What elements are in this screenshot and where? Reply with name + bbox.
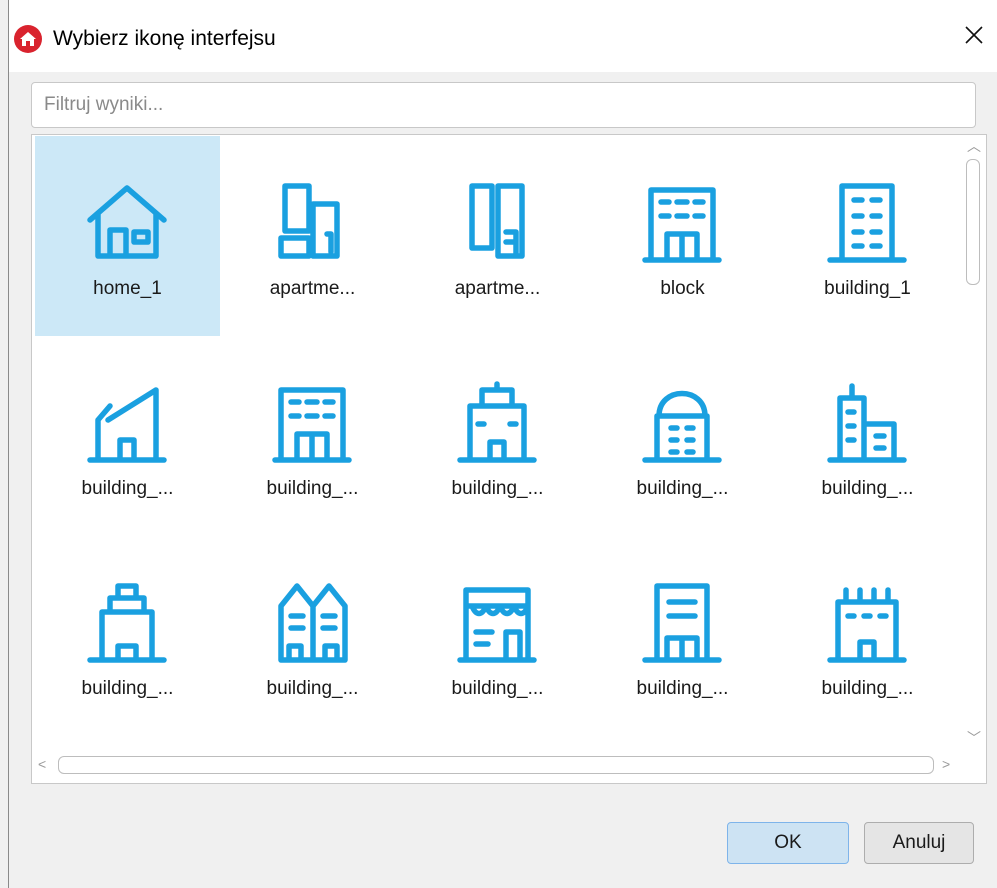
icon-tile[interactable]: building_1 xyxy=(775,136,960,336)
icon-tile-label: building_... xyxy=(821,678,914,699)
house-icon xyxy=(87,185,167,259)
icon-tile-label: building_... xyxy=(266,478,359,499)
icon-tile-label: apartme... xyxy=(269,278,356,299)
building-towers-icon xyxy=(827,383,907,463)
cancel-button[interactable]: Anuluj xyxy=(864,822,974,864)
icon-tile[interactable]: building_... xyxy=(775,536,960,736)
scroll-left-icon[interactable]: < xyxy=(38,757,46,771)
icon-tile[interactable]: apartme... xyxy=(405,136,590,336)
icon-tile[interactable]: block xyxy=(590,136,775,336)
icon-tile-label: building_... xyxy=(81,478,174,499)
building-twin-icon xyxy=(278,583,348,663)
icon-tile[interactable]: building_... xyxy=(220,536,405,736)
home-circle-icon xyxy=(14,25,42,53)
scroll-down-icon[interactable]: ﹀ xyxy=(967,731,981,745)
icon-tile[interactable]: building_... xyxy=(775,336,960,536)
block-icon xyxy=(642,187,722,263)
ok-button[interactable]: OK xyxy=(727,822,849,864)
apartment-1-icon xyxy=(278,183,340,259)
building-factory-icon xyxy=(827,587,907,663)
building-tiered-icon xyxy=(87,583,167,663)
icon-tile[interactable]: building_... xyxy=(590,336,775,536)
icon-tile[interactable]: apartme... xyxy=(220,136,405,336)
building-block-icon xyxy=(272,387,352,463)
building-1-icon xyxy=(827,183,907,263)
icon-tile-label: apartme... xyxy=(454,278,541,299)
close-button[interactable] xyxy=(951,12,997,58)
icon-tile-label: building_... xyxy=(81,678,174,699)
icon-tile[interactable]: building_... xyxy=(220,336,405,536)
icon-list: home_1 apartme... apartme... block building_… xyxy=(31,134,987,784)
icon-tile-label: building_... xyxy=(636,478,729,499)
horizontal-scroll-thumb[interactable] xyxy=(58,756,934,774)
vertical-scrollbar[interactable]: ︿ ﹀ xyxy=(960,135,986,747)
scroll-right-icon[interactable]: > xyxy=(942,757,950,771)
scroll-corner xyxy=(960,747,986,783)
close-icon xyxy=(965,26,983,44)
icon-tile-label: block xyxy=(660,278,705,299)
icon-grid: home_1 apartme... apartme... block building_… xyxy=(35,136,960,746)
icon-tile[interactable]: building_... xyxy=(590,536,775,736)
icon-tile-label: building_... xyxy=(451,478,544,499)
window-title: Wybierz ikonę interfejsu xyxy=(53,27,276,50)
building-shop-icon xyxy=(457,587,537,663)
icon-tile-label: home_1 xyxy=(93,278,162,299)
building-office-icon xyxy=(642,583,722,663)
title-bar[interactable]: Wybierz ikonę interfejsu xyxy=(9,0,997,72)
dialog-window: Wybierz ikonę interfejsu home_1 apartme..… xyxy=(8,0,997,888)
building-dome-icon xyxy=(642,390,722,463)
icon-tile[interactable]: building_... xyxy=(35,336,220,536)
filter-input[interactable] xyxy=(31,82,976,128)
scroll-up-icon[interactable]: ︿ xyxy=(967,139,981,153)
horizontal-scrollbar[interactable]: < > xyxy=(32,747,960,783)
icon-tile-label: building_... xyxy=(451,678,544,699)
icon-tile[interactable]: home_1 xyxy=(35,136,220,336)
dialog-body: home_1 apartme... apartme... block building_… xyxy=(9,72,997,888)
icon-tile-label: building_... xyxy=(821,478,914,499)
icon-tile[interactable]: building_... xyxy=(405,336,590,536)
icon-tile-label: building_... xyxy=(266,678,359,699)
icon-tile[interactable]: building_... xyxy=(405,536,590,736)
icon-tile[interactable]: building_... xyxy=(35,536,220,736)
building-slant-icon xyxy=(87,387,167,463)
icon-tile-label: building_1 xyxy=(824,278,911,299)
vertical-scroll-thumb[interactable] xyxy=(966,159,980,285)
apartment-2-icon xyxy=(469,183,525,259)
building-gate-icon xyxy=(457,381,537,463)
icon-tile-label: building_... xyxy=(636,678,729,699)
